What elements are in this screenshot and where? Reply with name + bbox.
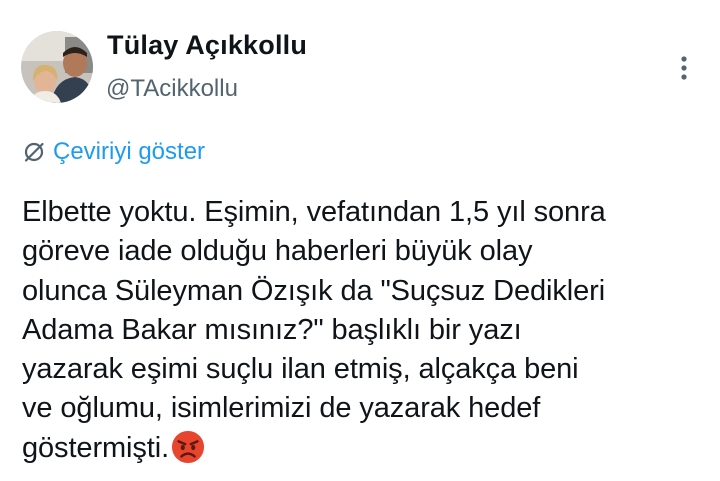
avatar[interactable] — [21, 31, 93, 103]
author-handle[interactable]: @TAcikkollu — [106, 75, 238, 103]
tweet-text-line: göreve iade olduğu haberleri büyük olay — [22, 235, 533, 268]
more-vertical-icon — [681, 56, 687, 80]
tweet-text-line: ve oğlumu, isimlerimizi de yazarak hedef — [22, 392, 541, 425]
tweet-text-line: Adama Bakar mısınız?" başlıklı bir yazı — [22, 313, 522, 346]
show-translation-link[interactable]: Çeviriyi göster — [22, 138, 205, 166]
tweet-text-line: Elbette yoktu. Eşimin, vefatından 1,5 yı… — [22, 196, 606, 228]
avatar-image — [21, 31, 93, 103]
tweet-text-line: olunca Süleyman Özışık da "Suçsuz Dedikl… — [22, 274, 606, 307]
tweet-text: Elbette yoktu. Eşimin, vefatından 1,5 yı… — [22, 193, 712, 468]
show-translation-label: Çeviriyi göster — [53, 138, 206, 165]
tweet-text-line: yazarak eşimi suçlu ilan etmiş, alçakça … — [22, 353, 579, 386]
author-display-name[interactable]: Tülay Açıkkollu — [107, 30, 307, 61]
angry-face-emoji-icon — [172, 430, 205, 463]
tweet-text-last-line: göstermişti. — [22, 429, 712, 468]
globe-slash-icon — [24, 142, 44, 162]
more-options-button[interactable] — [668, 48, 700, 88]
tweet-text-line: göstermişti. — [22, 431, 170, 464]
